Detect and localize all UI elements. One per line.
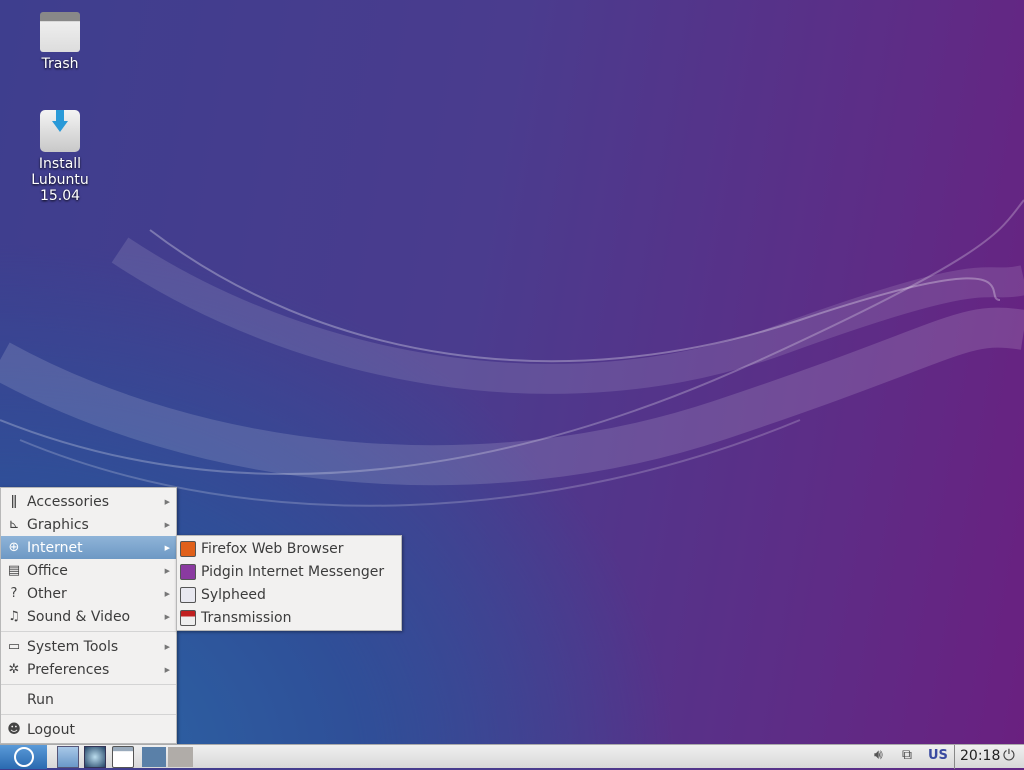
lubuntu-logo-icon	[13, 747, 34, 767]
separator	[954, 745, 955, 769]
menu-separator	[1, 714, 176, 715]
menu-item-label: System Tools	[27, 638, 119, 655]
menu-item-label: Run	[27, 691, 54, 708]
sound-video-icon: ♫	[8, 609, 20, 624]
other-icon: ?	[10, 586, 18, 601]
pidgin-icon	[180, 563, 196, 580]
taskbar: 🔊︎ ⧉ US 20:18 ⏻	[0, 744, 1024, 770]
submenu-arrow-icon: ▶	[164, 520, 170, 529]
menu-item-label: Accessories	[27, 493, 110, 510]
menu-item-label: Office	[27, 562, 68, 579]
menu-item-label: Sound & Video	[27, 608, 131, 625]
keyboard-layout-indicator[interactable]: US	[928, 748, 948, 770]
logout-icon: ☻	[7, 722, 21, 737]
menu-item-label: Other	[27, 585, 67, 602]
submenu-arrow-icon: ▶	[164, 566, 170, 575]
preferences-icon: ✲	[8, 662, 20, 677]
submenu-arrow-icon: ▶	[164, 543, 170, 552]
desktop-icon-trash[interactable]: Trash	[10, 12, 110, 72]
menu-item-office[interactable]: ▤ Office ▶	[1, 559, 176, 582]
submenu-arrow-icon: ▶	[164, 612, 170, 621]
submenu-arrow-icon: ▶	[164, 665, 170, 674]
menu-item-internet[interactable]: ⊕ Internet ▶	[1, 536, 176, 559]
internet-icon: ⊕	[8, 540, 20, 555]
menu-item-preferences[interactable]: ✲ Preferences ▶	[1, 658, 176, 681]
menu-separator	[1, 631, 176, 632]
workspace-1[interactable]	[142, 747, 166, 767]
workspace-2[interactable]	[168, 747, 193, 767]
submenu-item-sylpheed[interactable]: Sylpheed	[177, 583, 401, 606]
desktop-icon-label: Trash	[41, 56, 79, 72]
desktop-icon-label: Install Lubuntu 15.04	[31, 156, 89, 204]
menu-item-other[interactable]: ? Other ▶	[1, 582, 176, 605]
trash-icon	[40, 12, 80, 52]
system-tools-icon: ▭	[7, 639, 21, 654]
start-menu-button[interactable]	[0, 745, 47, 769]
menu-separator	[1, 684, 176, 685]
transmission-icon	[180, 609, 196, 626]
menu-item-label: Logout	[27, 721, 75, 738]
web-browser-launcher[interactable]	[84, 746, 106, 768]
menu-item-accessories[interactable]: ǁ Accessories ▶	[1, 490, 176, 513]
menu-item-system-tools[interactable]: ▭ System Tools ▶	[1, 635, 176, 658]
submenu-item-label: Sylpheed	[201, 586, 266, 603]
menu-item-label: Preferences	[27, 661, 110, 678]
office-icon: ▤	[7, 563, 21, 578]
submenu-arrow-icon: ▶	[164, 589, 170, 598]
graphics-icon: ⊾	[8, 517, 20, 532]
menu-item-sound-video[interactable]: ♫ Sound & Video ▶	[1, 605, 176, 628]
application-menu: ǁ Accessories ▶ ⊾ Graphics ▶ ⊕ Internet ▶ ▤ Off…	[0, 487, 177, 744]
menu-item-graphics[interactable]: ⊾ Graphics ▶	[1, 513, 176, 536]
show-desktop-button[interactable]	[112, 746, 134, 768]
firefox-icon	[180, 540, 196, 557]
installer-icon	[40, 110, 80, 152]
power-icon[interactable]: ⏻	[1003, 746, 1015, 768]
menu-item-logout[interactable]: ☻ Logout	[1, 718, 176, 741]
accessories-icon: ǁ	[10, 494, 18, 509]
network-icon[interactable]: ⧉	[902, 747, 912, 769]
submenu-item-transmission[interactable]: Transmission	[177, 606, 401, 629]
submenu-item-pidgin[interactable]: Pidgin Internet Messenger	[177, 560, 401, 583]
volume-icon[interactable]: 🔊︎	[874, 747, 883, 769]
internet-submenu: Firefox Web Browser Pidgin Internet Mess…	[176, 535, 402, 631]
menu-item-run[interactable]: Run	[1, 688, 176, 711]
file-manager-launcher[interactable]	[57, 746, 79, 768]
submenu-item-label: Firefox Web Browser	[201, 540, 344, 557]
submenu-item-label: Transmission	[201, 609, 292, 626]
submenu-item-label: Pidgin Internet Messenger	[201, 563, 385, 580]
clock[interactable]: 20:18	[960, 748, 1000, 770]
submenu-arrow-icon: ▶	[164, 642, 170, 651]
desktop-icon-install[interactable]: Install Lubuntu 15.04	[10, 110, 110, 204]
submenu-arrow-icon: ▶	[164, 497, 170, 506]
sylpheed-icon	[180, 586, 196, 603]
submenu-item-firefox[interactable]: Firefox Web Browser	[177, 537, 401, 560]
menu-item-label: Internet	[27, 539, 83, 556]
menu-item-label: Graphics	[27, 516, 89, 533]
